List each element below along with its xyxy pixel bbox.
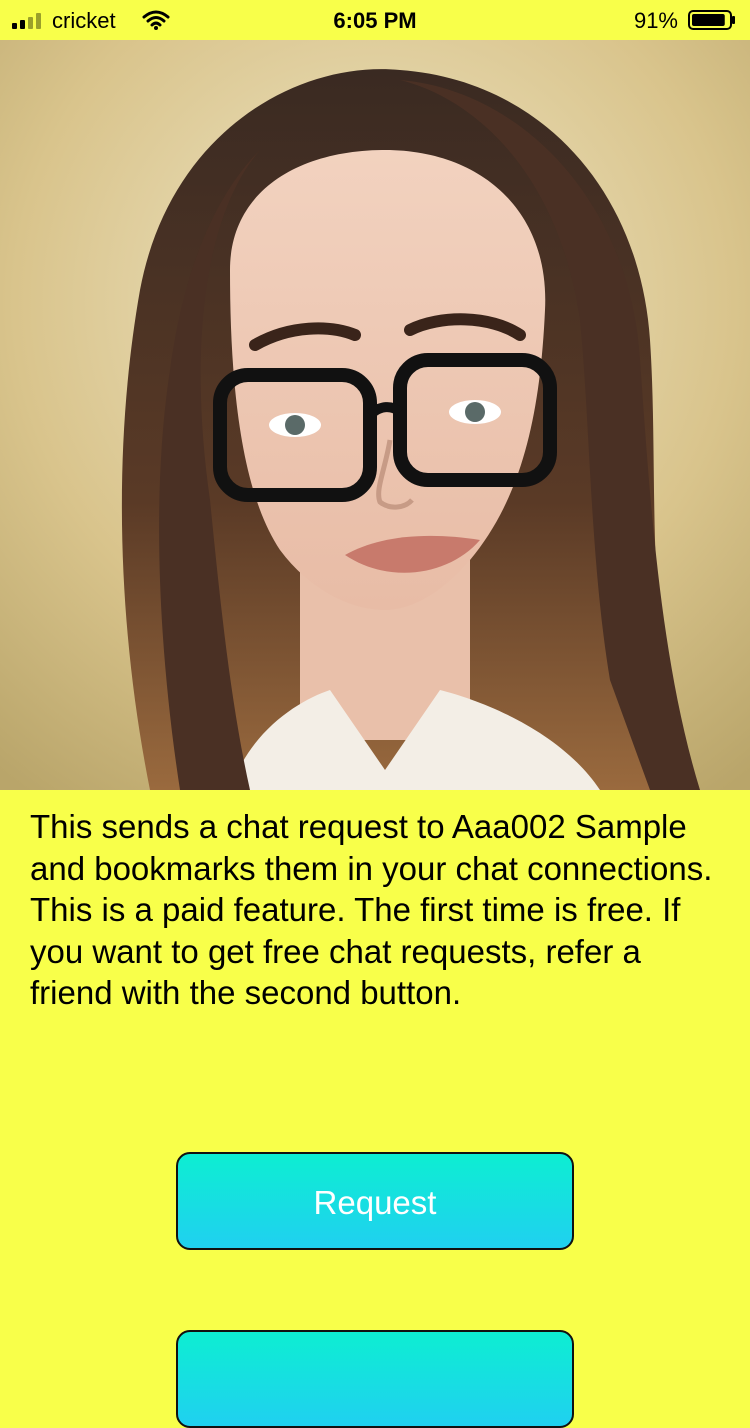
profile-photo xyxy=(0,40,750,790)
request-button[interactable]: Request xyxy=(176,1152,574,1250)
status-bar: cricket 6:05 PM 91% xyxy=(0,0,750,40)
refer-friend-button[interactable] xyxy=(176,1330,574,1428)
chat-request-description: This sends a chat request to Aaa002 Samp… xyxy=(30,808,713,1011)
battery-icon xyxy=(688,10,736,30)
battery-percentage: 91% xyxy=(633,8,678,33)
